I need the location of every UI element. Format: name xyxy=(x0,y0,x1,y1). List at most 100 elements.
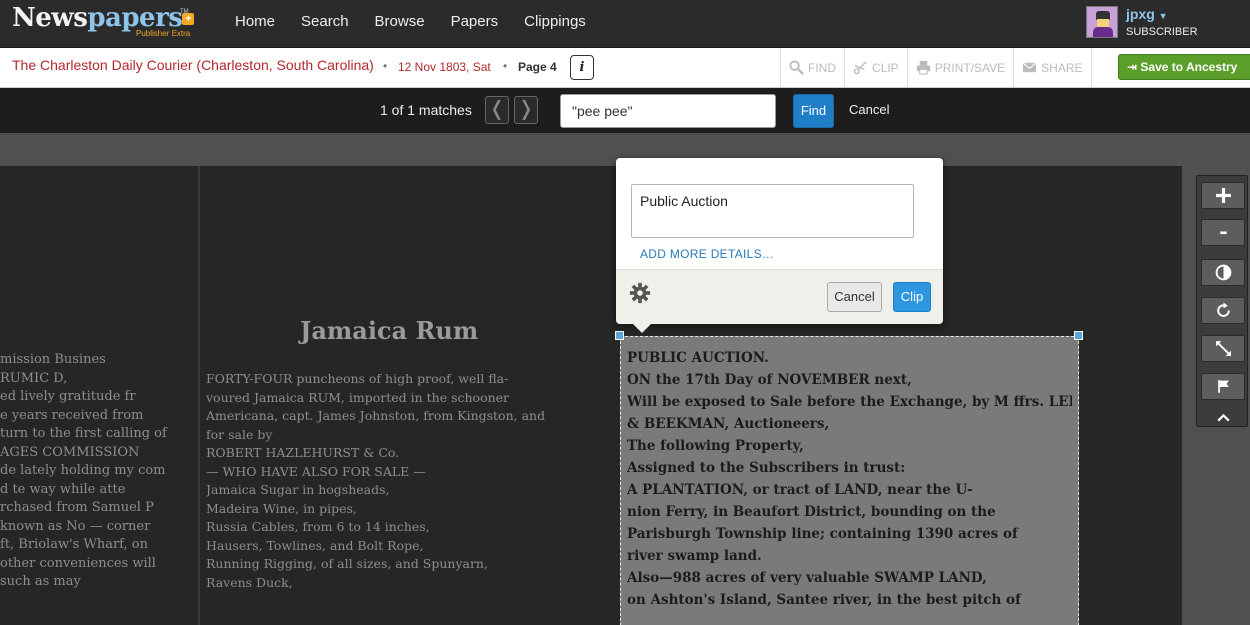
scan-text-line: de lately holding my com xyxy=(0,463,166,478)
ancestry-label: Save to Ancestry xyxy=(1140,60,1238,74)
logo-subtitle: Publisher Extra xyxy=(136,29,191,38)
top-navbar: Newspapers + TM Publisher Extra Home Sear… xyxy=(0,0,1250,48)
resize-handle-top-right[interactable] xyxy=(1074,331,1083,340)
find-input[interactable] xyxy=(560,94,776,128)
logo-text: News xyxy=(12,3,88,33)
separator-dot: • xyxy=(503,59,508,73)
scan-text-line: Americana, capt. James Johnston, from Ki… xyxy=(206,408,546,423)
scan-text-line: such as may xyxy=(0,574,81,589)
main-nav: Home Search Browse Papers Clippings xyxy=(222,0,599,46)
scan-text-line: Parisburgh Township line; containing 139… xyxy=(627,526,1018,542)
username[interactable]: jpxg ▼ xyxy=(1126,6,1168,22)
account-type: SUBSCRIBER xyxy=(1126,26,1198,38)
scan-text-line: for sale by xyxy=(206,426,273,442)
cancel-clip-button[interactable]: Cancel xyxy=(827,282,882,312)
scan-text-line: Russia Cables, from 6 to 14 inches, xyxy=(206,519,430,534)
scan-text-line: Jamaica Sugar in hogsheads, xyxy=(206,482,390,497)
fit-page-button[interactable] xyxy=(1201,335,1245,362)
zoom-out-button[interactable] xyxy=(1201,219,1245,246)
paper-title[interactable]: The Charleston Daily Courier (Charleston… xyxy=(12,57,374,73)
clip-selection[interactable]: PUBLIC AUCTION. ON the 17th Day of NOVEMB… xyxy=(620,336,1079,625)
scan-text-line: RUMIC D, xyxy=(0,370,68,386)
scan-text-line: known as No — corner xyxy=(0,518,151,534)
contrast-button[interactable] xyxy=(1201,259,1245,286)
scan-text-line: d te way while atte xyxy=(0,481,126,497)
scan-text-line: ed lively gratitude fr xyxy=(0,389,136,404)
scissors-icon xyxy=(853,61,867,75)
flag-button[interactable] xyxy=(1201,373,1245,400)
scan-text-line: Also—988 acres of very valuable SWAMP LA… xyxy=(627,570,987,586)
find-button[interactable]: Find xyxy=(793,94,834,128)
expand-icon xyxy=(1215,341,1231,356)
gear-icon[interactable] xyxy=(629,282,651,304)
logo-trademark: TM xyxy=(180,9,189,15)
next-match-button[interactable]: ❭ xyxy=(514,96,538,124)
clip-tool-label: CLIP xyxy=(872,60,899,75)
save-to-ancestry-button[interactable]: ⇥ Save to Ancestry xyxy=(1118,54,1250,80)
scan-text-line: e years received from xyxy=(0,407,144,423)
zoom-panel xyxy=(1196,175,1248,427)
avatar[interactable] xyxy=(1086,6,1118,38)
newspapers-logo[interactable]: Newspapers + TM Publisher Extra xyxy=(12,3,195,43)
cancel-search-link[interactable]: Cancel xyxy=(849,102,889,117)
nav-search[interactable]: Search xyxy=(288,0,362,46)
left-column-text: mission Busines RUMIC D, ed lively gratitu… xyxy=(0,351,190,592)
save-clip-button[interactable]: Clip xyxy=(893,282,931,312)
caret-down-icon: ▼ xyxy=(1158,11,1168,21)
printer-icon xyxy=(916,60,930,75)
scan-text-line: ft, Briolaw's Wharf, on xyxy=(0,537,148,552)
clip-popover: ADD MORE DETAILS… Cancel Clip xyxy=(616,158,943,333)
scan-text-line: ON the 17th Day of NOVEMBER next, xyxy=(627,372,912,388)
scan-text-line: river swamp land. xyxy=(627,548,762,564)
clip-tool-button[interactable]: CLIP xyxy=(845,48,908,87)
chevron-up-icon xyxy=(1216,413,1230,422)
separator-dot: • xyxy=(383,59,388,73)
scan-text-line: nion Ferry, in Beaufort District, boundi… xyxy=(627,504,996,520)
scan-text-line: Assigned to the Subscribers in trust: xyxy=(627,460,906,476)
envelope-icon xyxy=(1022,62,1037,73)
info-button[interactable]: i xyxy=(570,55,594,80)
scan-text-line: turn to the first calling of xyxy=(0,426,167,441)
scan-text-line: & BEEKMAN, Auctioneers, xyxy=(627,416,830,432)
scan-text-line: Will be exposed to Sale before the Excha… xyxy=(627,394,1072,410)
scan-text-line: on Ashton's Island, Santee river, in the… xyxy=(627,592,1021,608)
paper-page: Page 4 xyxy=(518,60,557,74)
print-save-button[interactable]: PRINT/SAVE xyxy=(908,48,1015,87)
resize-handle-top-left[interactable] xyxy=(615,331,624,340)
paper-info-bar: The Charleston Daily Courier (Charleston… xyxy=(0,48,1250,88)
collapse-panel-button[interactable] xyxy=(1201,409,1245,425)
print-save-label: PRINT/SAVE xyxy=(934,60,1006,75)
scan-text-line: Ravens Duck, xyxy=(206,574,293,590)
nav-papers[interactable]: Papers xyxy=(438,0,512,46)
paper-date[interactable]: 12 Nov 1803, Sat xyxy=(398,60,491,74)
clip-title-input[interactable] xyxy=(631,184,914,238)
popover-arrow xyxy=(633,324,651,333)
scan-text-line: A PLANTATION, or tract of LAND, near the… xyxy=(627,482,973,498)
clipped-article-text: PUBLIC AUCTION. ON the 17th Day of NOVEMB… xyxy=(627,347,1072,611)
find-tool-label: FIND xyxy=(808,60,836,75)
article-headline: Jamaica Rum xyxy=(300,316,479,345)
scan-text-line: AGES COMMISSION xyxy=(0,444,140,460)
zoom-in-button[interactable] xyxy=(1201,182,1245,209)
rotate-button[interactable] xyxy=(1201,297,1245,324)
scan-text-line: ROBERT HAZLEHURST & Co. xyxy=(206,445,400,460)
find-tool-button[interactable]: FIND xyxy=(781,48,845,87)
nav-browse[interactable]: Browse xyxy=(362,0,438,46)
middle-column-text: FORTY-FOUR puncheons of high proof, well… xyxy=(206,370,611,592)
previous-match-button[interactable]: ❬ xyxy=(485,96,509,124)
add-more-details-link[interactable]: ADD MORE DETAILS… xyxy=(640,247,774,261)
leaf-icon: ⇥ xyxy=(1127,60,1138,74)
contrast-icon xyxy=(1215,264,1231,281)
share-button[interactable]: SHARE xyxy=(1014,48,1092,87)
page-toolbar: FIND CLIP PRINT/SAVE SHARE xyxy=(780,48,1092,87)
nav-clippings[interactable]: Clippings xyxy=(511,0,599,46)
nav-home[interactable]: Home xyxy=(222,0,288,46)
share-label: SHARE xyxy=(1041,60,1083,75)
scan-text-line: Running Rigging, of all sizes, and Spuny… xyxy=(206,556,488,571)
minus-icon xyxy=(1219,231,1227,235)
match-count: 1 of 1 matches xyxy=(380,102,472,118)
scan-text-line: Hausers, Towlines, and Bolt Rope, xyxy=(206,537,424,553)
scan-text-line: other conveniences will xyxy=(0,555,156,571)
rotate-icon xyxy=(1216,302,1230,317)
search-icon xyxy=(789,60,804,75)
